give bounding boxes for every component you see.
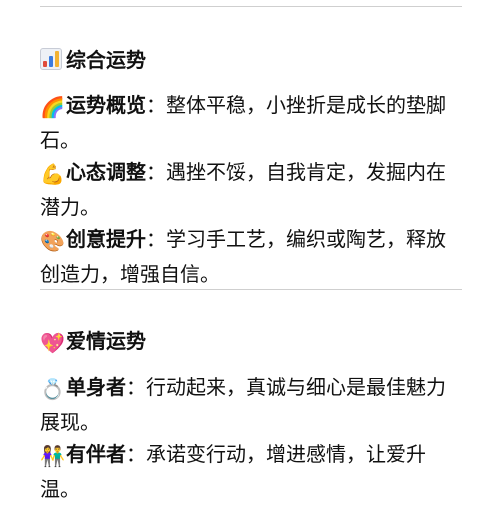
item-separator: ： — [126, 375, 146, 399]
item-separator: ： — [146, 93, 166, 117]
list-item-fortune-overview: 🌈运势概览：整体平稳，小挫折是成长的垫脚石。 — [40, 88, 464, 158]
section-divider — [40, 289, 462, 290]
section-title-text: 爱情运势 — [66, 329, 146, 353]
section-title-love-fortune: 💖爱情运势 — [40, 328, 146, 355]
item-label: 有伴者 — [66, 442, 126, 466]
top-divider — [40, 6, 462, 7]
artist-palette-icon: 🎨 — [40, 229, 65, 253]
list-item-creativity-boost: 🎨创意提升：学习手工艺，编织或陶艺，释放创造力，增强自信。 — [40, 222, 464, 292]
section-title-overall-fortune: 综合运势 — [40, 47, 146, 73]
list-item-mindset-adjustment: 💪心态调整：遇挫不馁，自我肯定，发掘内在潜力。 — [40, 155, 464, 225]
item-label: 心态调整 — [66, 160, 146, 184]
flexed-biceps-icon: 💪 — [40, 162, 65, 186]
rainbow-icon: 🌈 — [40, 95, 65, 119]
item-separator: ： — [126, 442, 146, 466]
list-item-singles: 💍单身者：行动起来，真诚与细心是最佳魅力展现。 — [40, 370, 464, 440]
item-label: 运势概览 — [66, 93, 146, 117]
list-item-partnered: 👫有伴者：承诺变行动，增进感情，让爱升温。 — [40, 437, 464, 507]
sparkling-heart-icon: 💖 — [40, 331, 65, 355]
section-title-text: 综合运势 — [66, 48, 146, 72]
item-separator: ： — [146, 227, 166, 251]
couple-icon: 👫 — [40, 444, 65, 468]
item-label: 创意提升 — [66, 227, 146, 251]
bar-chart-icon — [40, 48, 62, 70]
ring-icon: 💍 — [40, 377, 65, 401]
item-separator: ： — [146, 160, 166, 184]
item-label: 单身者 — [66, 375, 126, 399]
